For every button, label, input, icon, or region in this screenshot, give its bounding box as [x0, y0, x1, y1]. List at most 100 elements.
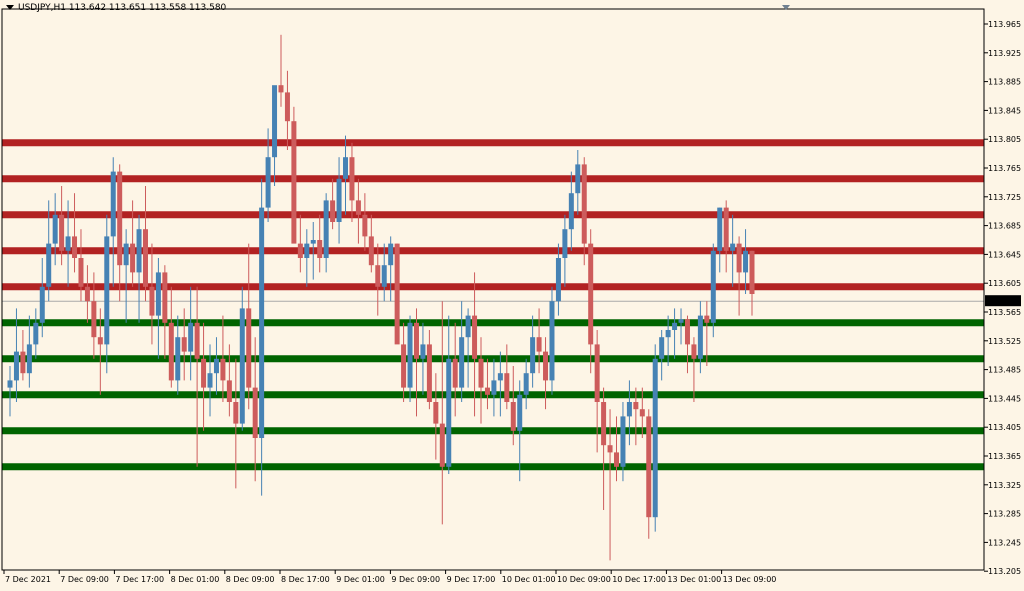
candle-body — [575, 164, 580, 193]
candle-body — [595, 344, 600, 402]
candle-body — [330, 200, 335, 222]
price-chart[interactable]: 113.965113.925113.885113.845113.805113.7… — [0, 0, 1024, 591]
candle-body — [214, 359, 219, 373]
candle-body — [646, 416, 651, 517]
candle-body — [485, 388, 490, 395]
candle — [730, 215, 735, 287]
price-tick-label: 113.445 — [988, 394, 1021, 403]
price-tick-label: 113.365 — [988, 452, 1021, 461]
candle-body — [130, 244, 135, 273]
candle — [588, 229, 593, 373]
price-tick-label: 113.925 — [988, 49, 1021, 58]
price-tick-label: 113.325 — [988, 481, 1021, 490]
price-tick-label: 113.285 — [988, 510, 1021, 519]
price-tick-label: 113.525 — [988, 337, 1021, 346]
time-tick-label: 8 Dec 01:00 — [171, 575, 220, 584]
time-tick-label: 9 Dec 17:00 — [447, 575, 496, 584]
candle-body — [8, 380, 13, 387]
time-tick-label: 7 Dec 09:00 — [60, 575, 109, 584]
candle-body — [375, 265, 380, 287]
candle-body — [685, 319, 690, 344]
candle — [362, 193, 367, 251]
candle-body — [724, 208, 729, 251]
candle — [459, 301, 464, 402]
candle-body — [691, 344, 696, 358]
candle-body — [349, 157, 354, 200]
candle-body — [620, 416, 625, 466]
candle-body — [201, 359, 206, 388]
candle — [285, 71, 290, 150]
candle — [72, 193, 77, 272]
candle-body — [420, 344, 425, 358]
candle-body — [517, 395, 522, 431]
menu-arrow-icon[interactable] — [6, 5, 14, 10]
candle-body — [220, 359, 225, 381]
candle — [369, 215, 374, 273]
candle — [343, 136, 348, 215]
candle — [259, 179, 264, 496]
candle-body — [304, 244, 309, 258]
candle-body — [78, 258, 83, 287]
candle — [537, 308, 542, 373]
candle-body — [104, 236, 109, 344]
price-tick-label: 113.605 — [988, 279, 1021, 288]
candle-body — [33, 323, 38, 345]
candle — [27, 316, 32, 388]
candle — [104, 215, 109, 373]
candle — [446, 316, 451, 474]
candle — [543, 337, 548, 409]
candle — [737, 236, 742, 315]
time-tick-label: 9 Dec 09:00 — [391, 575, 440, 584]
candle — [227, 344, 232, 416]
candle — [433, 373, 438, 459]
price-tick-label: 113.965 — [988, 20, 1021, 29]
chart-window[interactable]: 113.965113.925113.885113.845113.805113.7… — [0, 0, 1024, 591]
candle — [679, 308, 684, 344]
candle-body — [278, 85, 283, 92]
candle-body — [149, 287, 154, 316]
candle-body — [137, 229, 142, 272]
candle-body — [337, 179, 342, 222]
candle-body — [388, 244, 393, 266]
candle-body — [730, 244, 735, 251]
candle-body — [395, 244, 400, 345]
candle — [524, 359, 529, 409]
candle — [175, 316, 180, 395]
candle-body — [227, 380, 232, 402]
candle — [659, 330, 664, 380]
candle-body — [85, 287, 90, 301]
candle — [304, 229, 309, 287]
candle — [414, 308, 419, 416]
candle — [278, 35, 283, 107]
candle — [491, 359, 496, 417]
candle — [214, 337, 219, 395]
candle-body — [750, 251, 755, 294]
candle — [298, 215, 303, 273]
candle-body — [659, 337, 664, 359]
candle — [420, 323, 425, 395]
candle-body — [369, 236, 374, 265]
candle-body — [156, 272, 161, 315]
candle-body — [317, 240, 322, 258]
candle — [562, 215, 567, 287]
candle-body — [362, 215, 367, 237]
candle-body — [343, 157, 348, 179]
candle — [143, 186, 148, 301]
candle-body — [143, 229, 148, 287]
candle-body — [272, 85, 277, 157]
candle — [750, 251, 755, 316]
candle — [8, 366, 13, 416]
candle-body — [633, 402, 638, 409]
price-tick-label: 113.205 — [988, 567, 1021, 576]
candle — [85, 265, 90, 323]
price-tick-label: 113.805 — [988, 135, 1021, 144]
candle-body — [537, 337, 542, 351]
candle-body — [608, 445, 613, 452]
candle-body — [479, 359, 484, 388]
candle — [556, 244, 561, 316]
candle — [349, 143, 354, 222]
time-tick-label: 9 Dec 01:00 — [336, 575, 385, 584]
candle-body — [117, 172, 122, 266]
candle-body — [711, 251, 716, 323]
candle-body — [14, 352, 19, 381]
